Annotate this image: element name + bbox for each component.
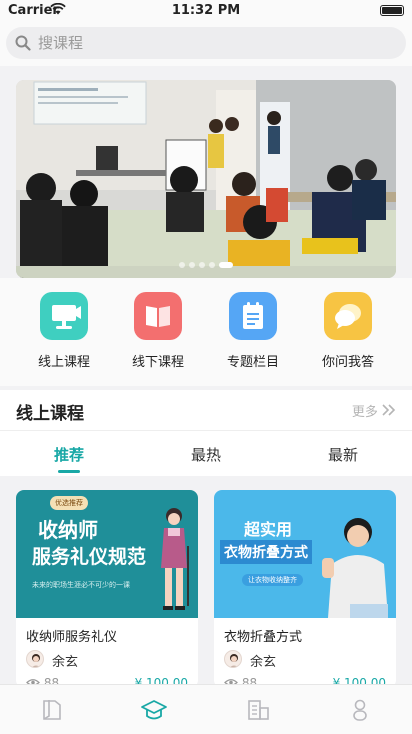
user-icon <box>353 699 367 721</box>
thumb-subtitle: 让衣物收纳整齐 <box>242 574 303 586</box>
battery-icon <box>380 5 404 16</box>
tab-newest[interactable]: 最新 <box>293 444 393 465</box>
tabbar-item-courses[interactable] <box>140 696 168 724</box>
course-title: 衣物折叠方式 <box>224 630 303 645</box>
graduation-cap-icon <box>141 700 167 720</box>
double-chevron-right-icon <box>382 404 396 416</box>
status-bar: Carrier 11:32 PM <box>0 0 412 22</box>
chat-bubbles-icon <box>324 292 372 340</box>
banner-image <box>16 80 396 278</box>
nav-offline-courses[interactable]: 线下课程 <box>113 292 203 370</box>
book-icon <box>43 700 61 720</box>
course-list: 优选推荐 收纳师 服务礼仪规范 未来的职场生涯必不可少的一课 收纳师服务礼仪 余… <box>0 476 412 688</box>
online-courses-section: 线上课程 更多 推荐 最热 最新 <box>0 390 412 476</box>
section-title: 线上课程 <box>16 404 84 424</box>
thumb-line2: 衣物折叠方式 <box>220 540 312 564</box>
course-thumbnail: 优选推荐 收纳师 服务礼仪规范 未来的职场生涯必不可少的一课 <box>16 490 198 618</box>
thumb-badge: 优选推荐 <box>50 496 88 510</box>
nav-qa[interactable]: 你问我答 <box>303 292 393 370</box>
video-course-icon <box>40 292 88 340</box>
open-book-icon <box>134 292 182 340</box>
divider <box>0 430 412 431</box>
tab-hottest[interactable]: 最热 <box>156 444 256 465</box>
teacher-avatar <box>26 650 44 668</box>
tabbar-item-institutions[interactable] <box>244 696 272 724</box>
tabbar-item-profile[interactable] <box>346 696 374 724</box>
nav-online-courses[interactable]: 线上课程 <box>19 292 109 370</box>
more-label: 更多 <box>351 405 378 420</box>
course-card[interactable]: 超实用 衣物折叠方式 让衣物收纳整齐 衣物折叠方式 余玄 88 ¥ 100.00 <box>214 490 396 688</box>
teacher-name: 余玄 <box>52 655 79 670</box>
teacher-name: 余玄 <box>250 655 277 670</box>
nav-label: 线上课程 <box>37 355 90 370</box>
notepad-icon <box>229 292 277 340</box>
banner-carousel[interactable] <box>16 80 396 278</box>
presenter-illustration <box>161 508 189 610</box>
carousel-dot[interactable] <box>199 262 205 268</box>
search-header <box>0 22 412 66</box>
thumb-line1: 收纳师 <box>38 518 98 542</box>
nav-label: 线下课程 <box>131 355 184 370</box>
thumb-line2: 服务礼仪规范 <box>32 546 147 568</box>
search-bar[interactable] <box>6 27 406 59</box>
search-input[interactable] <box>38 32 398 54</box>
search-icon <box>15 35 31 55</box>
thumb-subtitle: 未来的职场生涯必不可少的一课 <box>32 581 130 589</box>
course-title: 收纳师服务礼仪 <box>26 630 118 645</box>
nav-topics[interactable]: 专题栏目 <box>208 292 298 370</box>
nav-label: 你问我答 <box>321 355 374 370</box>
status-time: 11:32 PM <box>171 3 241 18</box>
tab-recommended[interactable]: 推荐 <box>19 444 119 465</box>
carousel-dot-active[interactable] <box>219 262 233 268</box>
carousel-dot[interactable] <box>189 262 195 268</box>
quick-nav: 线上课程 线下课程 专题栏目 你问我答 <box>0 278 412 386</box>
thumb-line1: 超实用 <box>244 520 293 539</box>
teacher-avatar <box>224 650 242 668</box>
presenter-photo <box>322 518 388 618</box>
course-thumbnail: 超实用 衣物折叠方式 让衣物收纳整齐 <box>214 490 396 618</box>
buildings-icon <box>248 700 269 720</box>
carousel-dot[interactable] <box>179 262 185 268</box>
bottom-tab-bar <box>0 684 412 734</box>
carousel-dot[interactable] <box>209 262 215 268</box>
course-card[interactable]: 优选推荐 收纳师 服务礼仪规范 未来的职场生涯必不可少的一课 收纳师服务礼仪 余… <box>16 490 198 688</box>
more-link[interactable]: 更多 <box>352 401 396 420</box>
tabbar-item-home[interactable] <box>38 696 66 724</box>
nav-label: 专题栏目 <box>226 355 279 370</box>
active-tab-indicator <box>58 470 80 473</box>
carousel-indicator <box>16 253 396 272</box>
